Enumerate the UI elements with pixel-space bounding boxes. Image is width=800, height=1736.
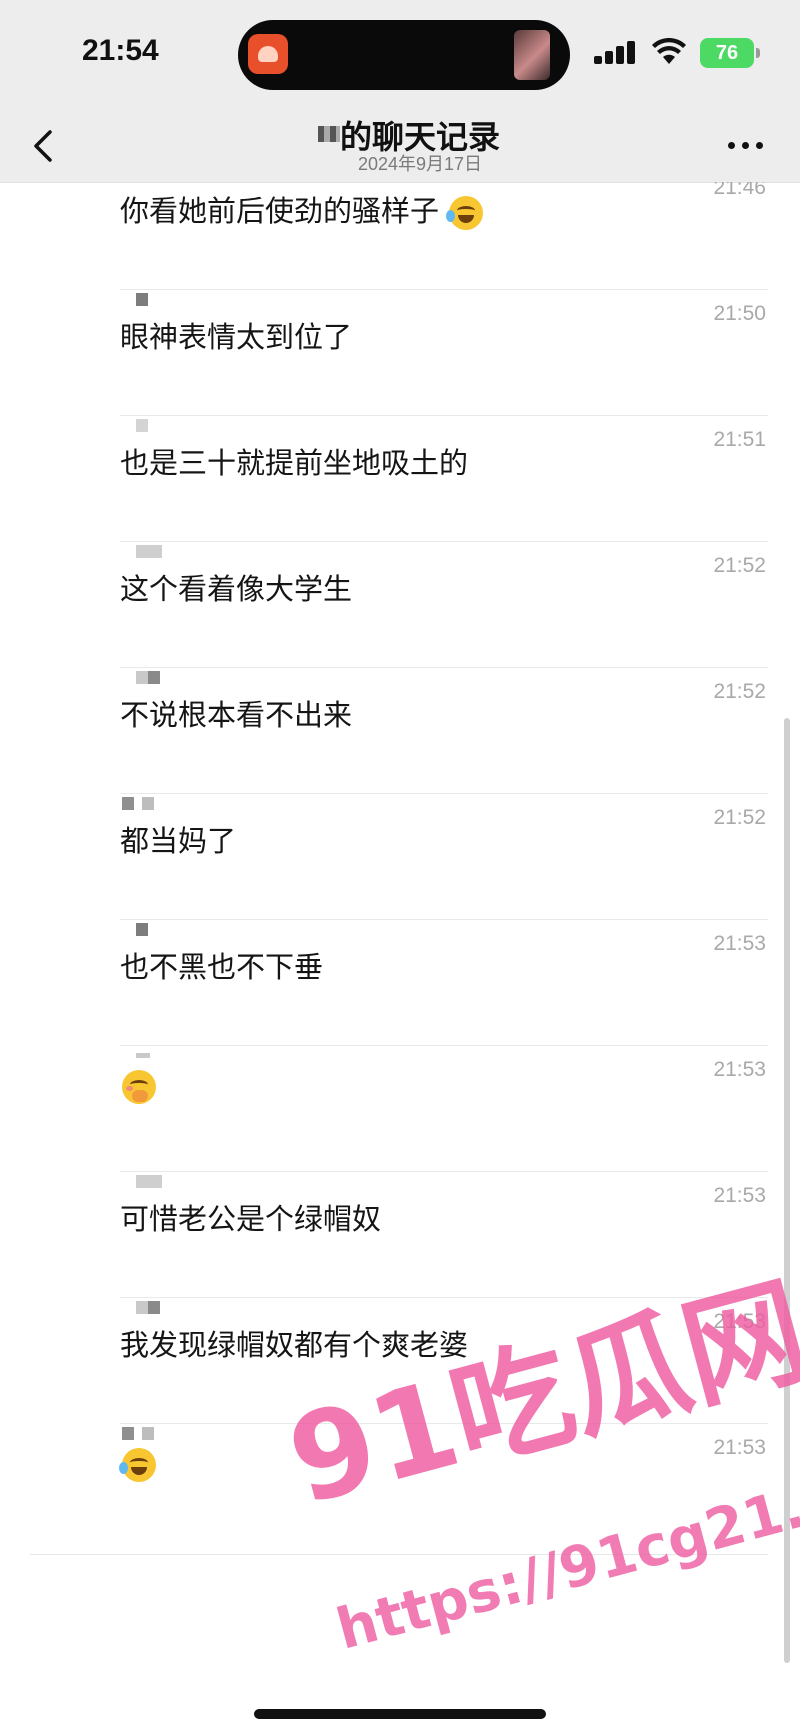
message-time: 21:51 <box>713 428 766 451</box>
media-thumbnail <box>514 30 550 80</box>
message-text: 都当妈了 <box>120 826 237 858</box>
list-item[interactable]: 21:53 也不黑也不下垂 <box>0 920 800 1046</box>
message-time: 21:53 <box>713 1436 766 1459</box>
message-text: 你看她前后使劲的骚样子 <box>120 188 484 231</box>
chevron-left-icon[interactable] <box>22 124 66 168</box>
message-time: 21:50 <box>713 302 766 325</box>
sender-name-redacted <box>122 1175 162 1188</box>
message-text: 眼神表情太到位了 <box>120 322 353 354</box>
list-item[interactable]: 21:52 这个看着像大学生 <box>0 542 800 668</box>
laughing-crying-emoji-icon <box>119 1448 156 1483</box>
sender-name-redacted <box>122 1301 160 1314</box>
status-time: 21:54 <box>82 34 159 67</box>
list-item[interactable]: 21:52 都当妈了 <box>0 794 800 920</box>
more-dots-icon[interactable] <box>724 130 768 160</box>
message-time: 21:52 <box>713 806 766 829</box>
message-time: 21:46 <box>713 182 766 199</box>
sender-name-redacted <box>122 419 158 432</box>
navigation-bar: 的聊天记录 2024年9月17日 <box>0 110 800 183</box>
sender-name-redacted <box>122 545 162 558</box>
list-item[interactable]: 21:46 你看她前后使劲的骚样子 <box>0 182 800 290</box>
list-item[interactable]: 21:50 眼神表情太到位了 <box>0 290 800 416</box>
battery-indicator: 76 <box>700 38 760 68</box>
blushing-hand-over-mouth-emoji-icon <box>122 1070 156 1105</box>
message-text: 不说根本看不出来 <box>120 700 353 732</box>
home-indicator[interactable] <box>254 1709 546 1719</box>
laughing-crying-emoji-icon <box>446 196 484 231</box>
tomato-app-icon <box>248 34 288 74</box>
message-text: 可惜老公是个绿帽奴 <box>120 1204 382 1236</box>
message-text: 也是三十就提前坐地吸土的 <box>120 448 469 480</box>
message-time: 21:53 <box>713 1058 766 1081</box>
wifi-icon <box>652 38 686 64</box>
sender-name-redacted <box>122 671 160 684</box>
message-time: 21:52 <box>713 680 766 703</box>
message-text <box>120 1070 156 1105</box>
message-time: 21:53 <box>713 932 766 955</box>
cellular-signal-icon <box>594 40 638 64</box>
message-time: 21:53 <box>713 1184 766 1207</box>
message-text: 也不黑也不下垂 <box>120 952 324 984</box>
sender-name-redacted <box>122 923 158 936</box>
status-bar: 21:54 76 <box>0 0 800 110</box>
page-subtitle-date: 2024年9月17日 <box>357 154 483 174</box>
list-item[interactable]: 21:53 <box>0 1046 800 1172</box>
sender-name-redacted <box>122 1049 158 1062</box>
list-item[interactable]: 21:52 不说根本看不出来 <box>0 668 800 794</box>
message-text <box>119 1448 156 1483</box>
message-text: 这个看着像大学生 <box>120 574 353 606</box>
sender-name-redacted <box>122 797 158 810</box>
sender-name-redacted <box>122 1427 158 1440</box>
dynamic-island[interactable] <box>238 20 570 90</box>
message-time: 21:52 <box>713 554 766 577</box>
sender-name-redacted <box>122 293 158 306</box>
list-item[interactable]: 21:51 也是三十就提前坐地吸土的 <box>0 416 800 542</box>
